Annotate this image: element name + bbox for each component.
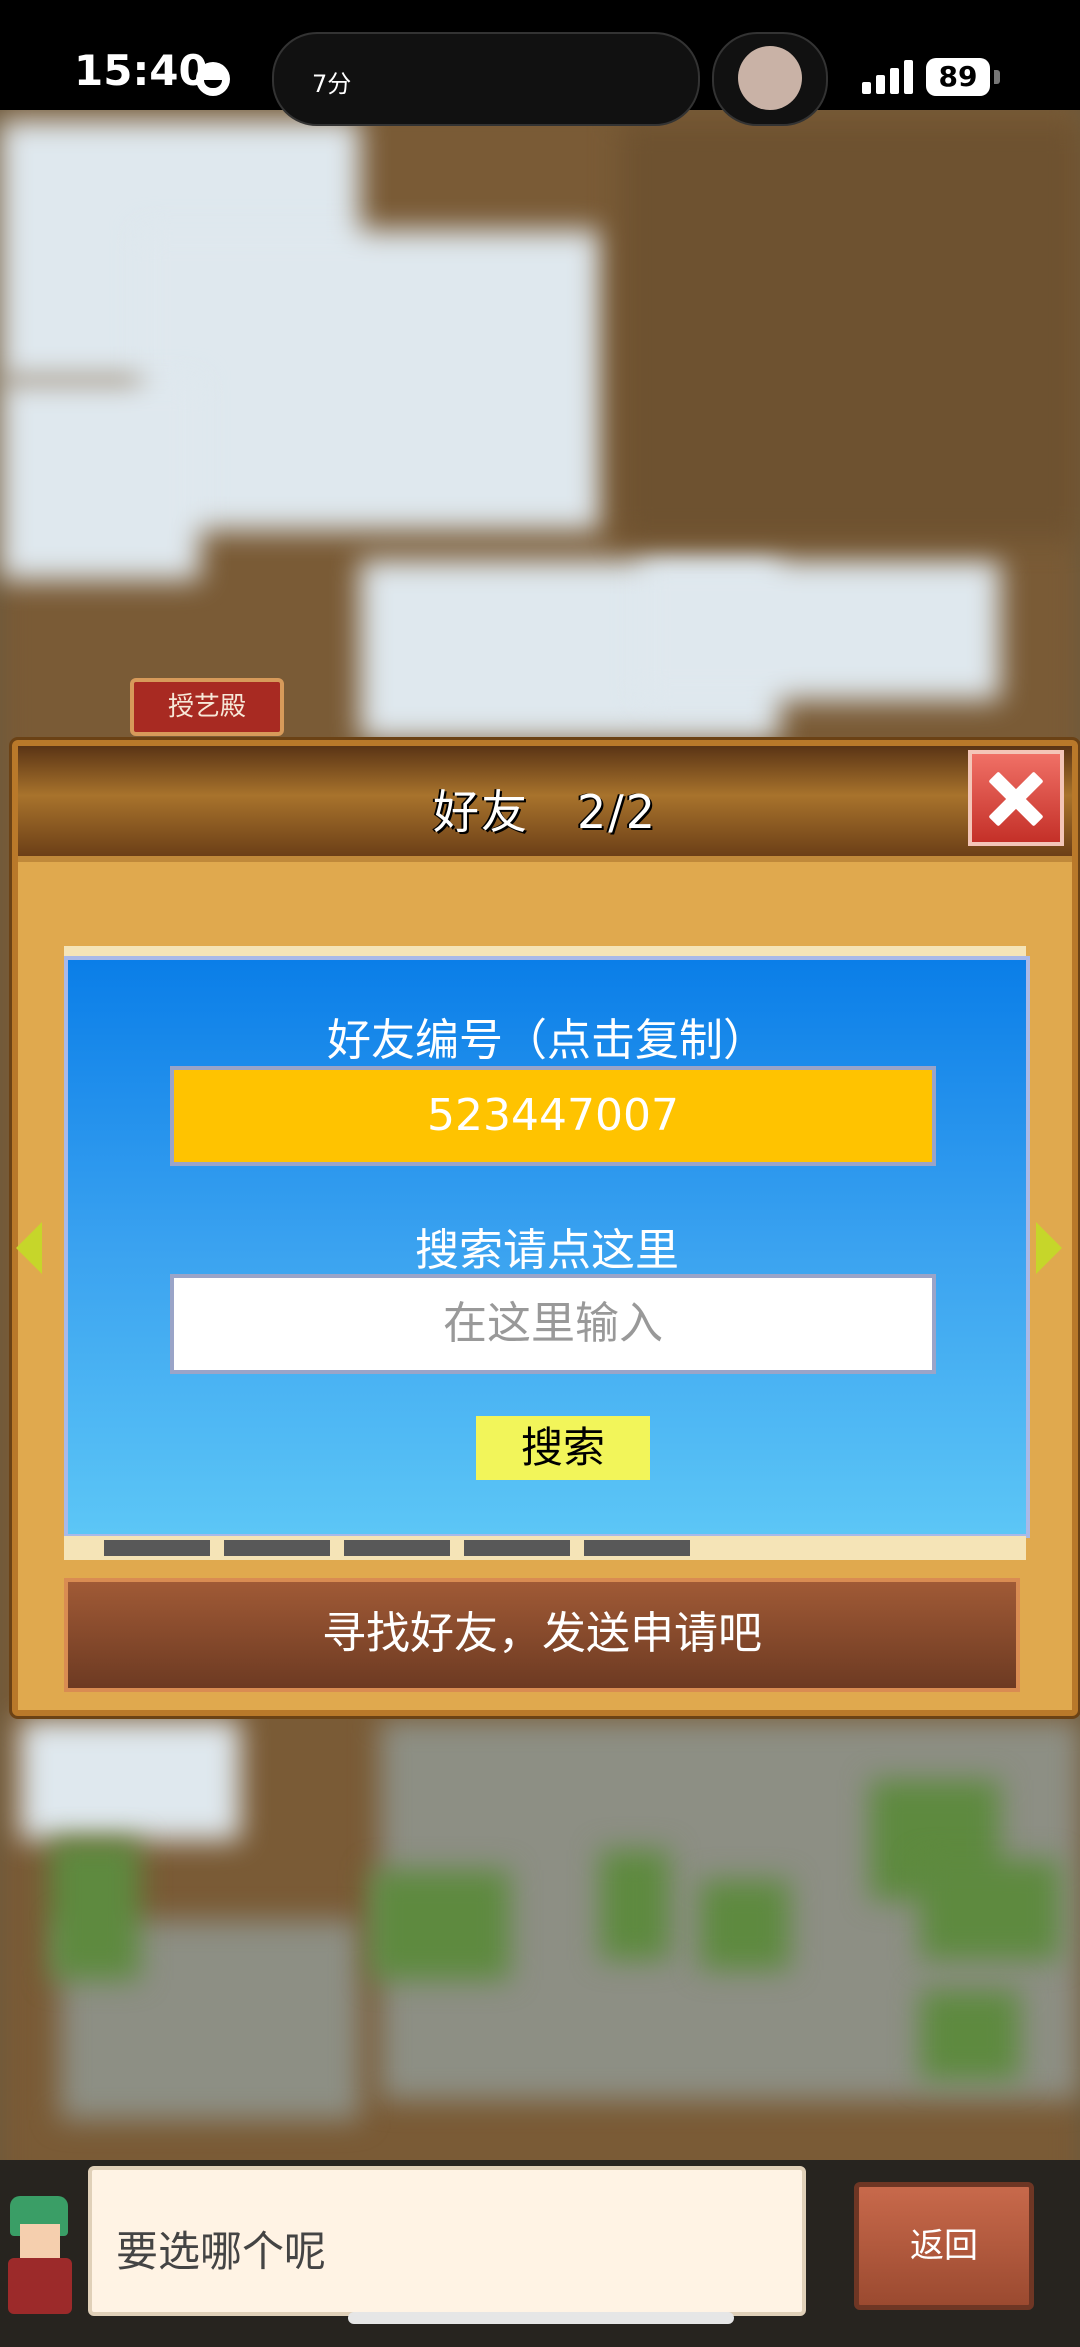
arrow-left-icon[interactable] (16, 1222, 42, 1274)
status-time: 15:40 (74, 46, 208, 95)
arrow-right-icon[interactable] (1036, 1222, 1062, 1274)
status-bar: 15:40 7分 89 (0, 0, 1080, 126)
page-slot (104, 1540, 210, 1556)
page-slot (464, 1540, 570, 1556)
dialog-title: 好友 2/2 (432, 785, 658, 839)
close-icon[interactable] (968, 750, 1064, 846)
dynamic-island[interactable]: 7分 (272, 32, 700, 126)
battery-icon: 89 (926, 58, 990, 96)
live-avatar (738, 46, 802, 110)
friend-search-panel: 好友编号（点击复制） 523447007 搜索请点这里 在这里输入 搜索 (64, 956, 1030, 1538)
character-avatar (0, 2196, 86, 2318)
battery-tip (994, 70, 1000, 84)
home-indicator[interactable] (348, 2312, 734, 2324)
dialog-header: 好友 2/2 (18, 746, 1072, 862)
find-friends-button[interactable]: 寻找好友，发送申请吧 (64, 1578, 1020, 1692)
page-slot (224, 1540, 330, 1556)
page-indicator-strip (64, 1536, 1026, 1560)
back-button[interactable]: 返回 (854, 2182, 1034, 2310)
friend-id-label: 好友编号（点击复制） (327, 1015, 767, 1066)
search-button[interactable]: 搜索 (476, 1416, 650, 1480)
page-slot (584, 1540, 690, 1556)
prompt-text: 要选哪个呢 (116, 2227, 327, 2276)
signal-icon (862, 60, 914, 94)
friend-dialog: 好友 2/2 好友编号（点击复制） 523447007 搜索请点这里 在这里输入… (12, 740, 1078, 1716)
page-slot (344, 1540, 450, 1556)
speech-box: 要选哪个呢 (88, 2166, 806, 2316)
friend-id-field[interactable]: 523447007 (170, 1066, 936, 1166)
activity-duration: 7分 (312, 70, 352, 98)
search-input[interactable]: 在这里输入 (170, 1274, 936, 1374)
smiley-icon (196, 62, 230, 96)
building-label[interactable]: 授艺殿 (130, 678, 284, 736)
live-activity[interactable] (712, 32, 828, 126)
search-label: 搜索请点这里 (415, 1225, 679, 1276)
